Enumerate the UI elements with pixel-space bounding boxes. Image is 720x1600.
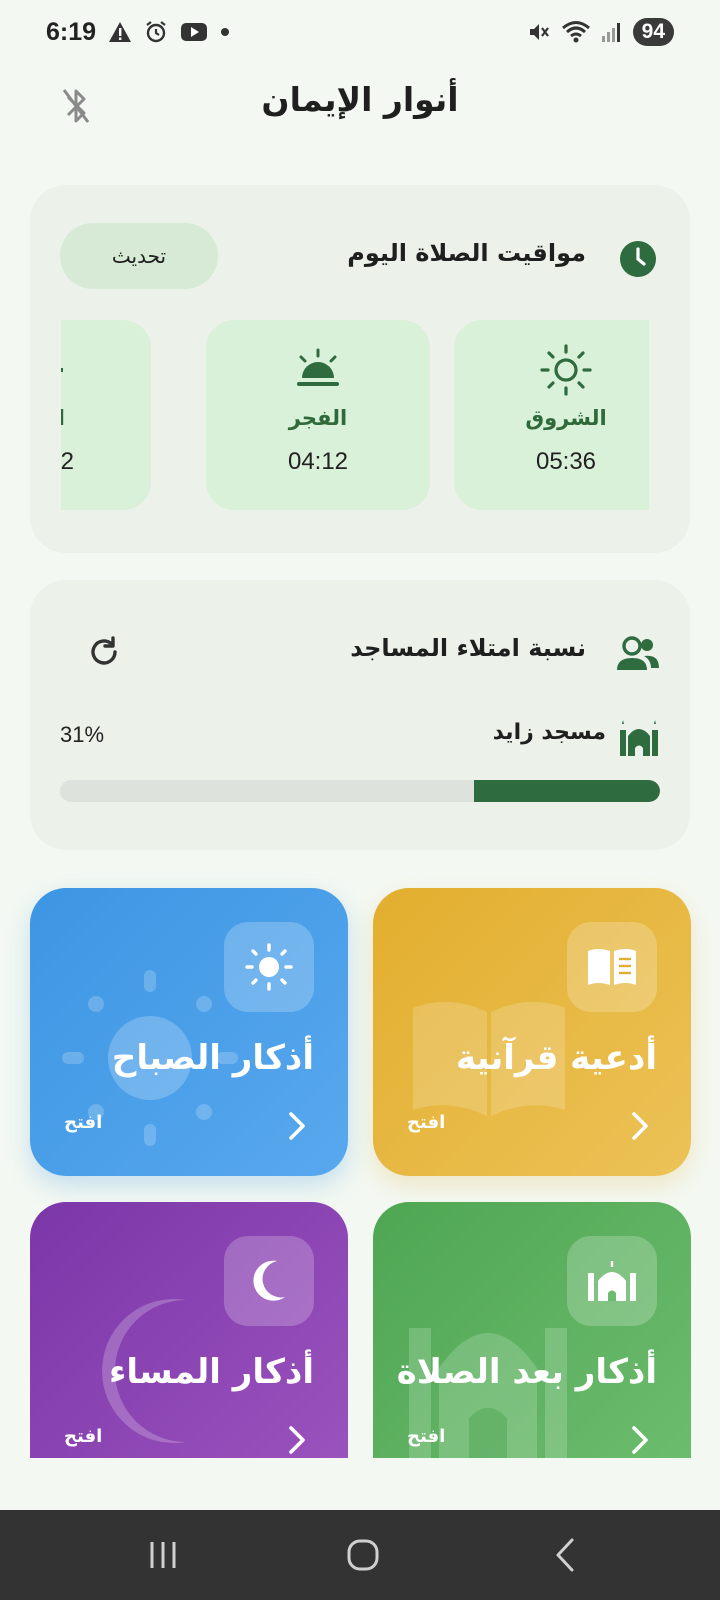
open-label: افتح <box>64 1426 103 1447</box>
prayer-time: 2 <box>61 448 74 475</box>
app-title: أنوار الإيمان <box>261 80 459 119</box>
battery-badge: 94 <box>632 18 674 46</box>
mosque-fullness-title: نسبة امتلاء المساجد <box>350 634 586 662</box>
evening-adhkar-card[interactable]: أذكار المساء افتح <box>30 1202 348 1458</box>
prayer-times-strip[interactable]: الشروق 05:36 الفجر 04:12 ا 2 <box>61 320 649 510</box>
signal-icon <box>601 20 623 44</box>
mosque-icon <box>567 1236 657 1326</box>
prayer-times-card: تحديث مواقيت الصلاة اليوم الشروق 05:36 ا… <box>30 185 690 553</box>
status-bar: 6:19 94 <box>0 0 720 64</box>
alarm-icon <box>144 20 168 44</box>
recent-apps-icon[interactable] <box>138 1532 188 1578</box>
prayer-times-title: مواقيت الصلاة اليوم <box>347 239 586 267</box>
youtube-icon <box>180 21 208 43</box>
mosque-progress-fill <box>474 780 660 802</box>
open-label: افتح <box>407 1112 446 1133</box>
partial-icon <box>61 348 151 392</box>
chevron-right-icon <box>632 1426 648 1454</box>
mosque-fullness-card: نسبة امتلاء المساجد 31% مسجد زايد <box>30 580 690 850</box>
clock-icon <box>618 239 658 279</box>
back-icon[interactable] <box>540 1532 590 1578</box>
after-prayer-adhkar-card[interactable]: أذكار بعد الصلاة افتح <box>373 1202 691 1458</box>
reload-icon[interactable] <box>82 630 126 674</box>
open-label: افتح <box>407 1426 446 1447</box>
mute-icon <box>527 20 551 44</box>
prayer-tile-fajr[interactable]: الفجر 04:12 <box>206 320 430 510</box>
home-icon[interactable] <box>338 1532 388 1578</box>
morning-adhkar-card[interactable]: أذكار الصباح افتح <box>30 888 348 1176</box>
people-icon <box>614 634 662 674</box>
prayer-name: الفجر <box>288 406 348 430</box>
sun-icon <box>224 922 314 1012</box>
status-right: 94 <box>527 18 674 46</box>
chevron-right-icon <box>289 1426 305 1454</box>
prayer-time: 04:12 <box>287 448 349 475</box>
mosque-name: مسجد زايد <box>492 720 606 745</box>
prayer-tile-partial[interactable]: ا 2 <box>61 320 151 510</box>
sunrise-icon <box>293 348 343 392</box>
chevron-right-icon <box>289 1112 305 1140</box>
dot-icon <box>220 27 230 37</box>
prayer-time: 05:36 <box>535 448 597 475</box>
prayer-name: ا <box>61 406 65 430</box>
alert-icon <box>108 21 132 43</box>
app-screen: 6:19 94 أنوار الإيمان تحديث مواقيت الصلا… <box>0 0 720 1600</box>
app-header: أنوار الإيمان <box>0 66 720 142</box>
status-left: 6:19 <box>46 18 230 47</box>
book-icon <box>567 922 657 1012</box>
prayer-name: الشروق <box>525 406 607 430</box>
mosque-percent: 31% <box>60 722 105 747</box>
open-label: افتح <box>64 1112 103 1133</box>
quran-duas-card[interactable]: أدعية قرآنية افتح <box>373 888 691 1176</box>
moon-icon <box>224 1236 314 1326</box>
mosque-progress-bar <box>60 780 660 802</box>
feature-title: أذكار بعد الصلاة <box>396 1352 657 1392</box>
sun-icon <box>539 344 593 396</box>
feature-title: أذكار الصباح <box>111 1038 314 1078</box>
wifi-icon <box>561 20 591 44</box>
status-time: 6:19 <box>46 17 97 46</box>
prayer-tile-sunrise[interactable]: الشروق 05:36 <box>454 320 649 510</box>
feature-title: أذكار المساء <box>108 1352 314 1392</box>
feature-title: أدعية قرآنية <box>456 1038 657 1078</box>
update-button[interactable]: تحديث <box>60 223 218 289</box>
mosque-icon <box>618 718 660 758</box>
chevron-right-icon <box>632 1112 648 1140</box>
system-nav-bar <box>0 1510 720 1600</box>
